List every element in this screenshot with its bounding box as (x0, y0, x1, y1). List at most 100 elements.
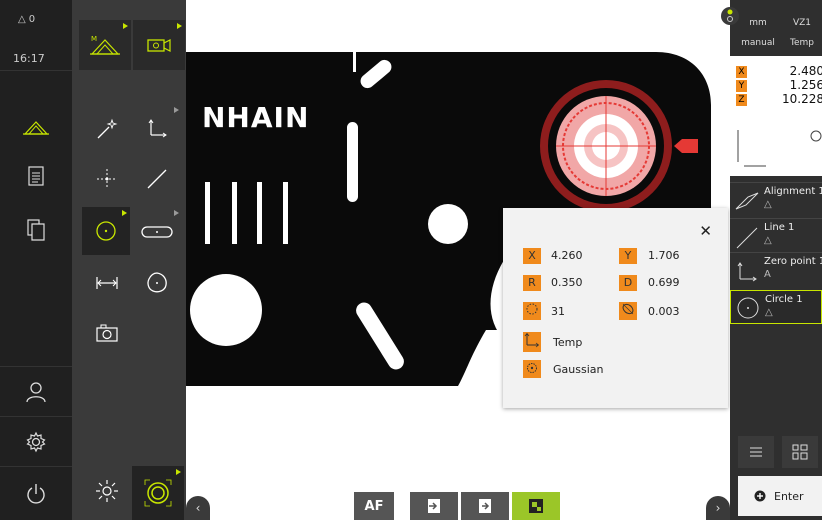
circle-tool[interactable] (82, 207, 130, 255)
document-icon (28, 166, 44, 186)
distance-icon (96, 277, 118, 289)
collapse-right-button[interactable]: › (706, 496, 730, 520)
manual-measure-tool[interactable]: M (79, 20, 131, 70)
sun-icon (96, 480, 118, 502)
collapse-left-button[interactable]: ‹ (186, 496, 210, 520)
feature-alignment-1[interactable]: Alignment 1 △ (730, 182, 822, 216)
camera-settings-tool[interactable] (133, 20, 185, 70)
coordinate-system-button[interactable]: VZ1 (782, 18, 822, 28)
axes-icon (148, 119, 167, 138)
measure-icon (23, 121, 49, 135)
divider (0, 466, 72, 467)
svg-text:M: M (91, 35, 97, 43)
feature-name: Circle 1 (765, 294, 803, 305)
measure-magic-wand-tool[interactable] (82, 104, 132, 154)
alignment-icon (735, 192, 759, 210)
protocol-button[interactable] (0, 152, 72, 200)
x-axis-value: 2.480 (789, 64, 822, 78)
autofocus-button[interactable]: AF (354, 492, 394, 520)
circle-finder-icon (144, 479, 172, 507)
x-label: X (523, 248, 541, 264)
preset-button[interactable]: Temp (782, 38, 822, 48)
message-count: 0 (28, 14, 36, 25)
divider (0, 366, 72, 367)
magic-wand-icon (97, 118, 118, 139)
feature-name: Zero point 1 (764, 256, 822, 267)
submenu-indicator (174, 107, 179, 113)
feature-symbol: △ (764, 235, 772, 246)
chevron-right-icon: › (715, 501, 721, 515)
light-settings-tool[interactable] (82, 466, 132, 516)
reference-system-icon (523, 332, 541, 352)
snapshot-tool[interactable] (82, 308, 132, 358)
x-value: 4.260 (551, 249, 583, 262)
divider (0, 416, 72, 417)
main-menu-bar: △ 0 16:17 (0, 0, 72, 520)
z-axis-label: Z (736, 94, 747, 106)
app-root: △ 0 16:17 M NHAIN ✕ X 4.260 Y 1.706 R 0.… (0, 0, 822, 520)
filter-value: Gaussian (553, 363, 604, 376)
blob-tool[interactable] (132, 258, 182, 308)
line-tool[interactable] (132, 154, 182, 204)
distance-tool[interactable] (82, 258, 132, 308)
slot-icon (141, 226, 173, 238)
y-axis-label: Y (736, 80, 747, 92)
feature-name: Line 1 (764, 222, 795, 233)
diameter-label: D (619, 275, 637, 291)
user-icon (26, 382, 46, 403)
slot-tool[interactable] (132, 207, 182, 257)
point-crosshair-icon (97, 169, 117, 189)
submenu-indicator (123, 23, 128, 29)
overlay-icon (529, 499, 543, 513)
files-icon (27, 219, 45, 241)
circle-icon (96, 221, 116, 241)
position-display: X 2.480 Y 1.256 Z 10.228 (730, 56, 822, 176)
coordinate-system-tool[interactable] (132, 104, 182, 154)
zero-point-icon (737, 262, 757, 282)
clock: 16:17 (13, 52, 45, 65)
settings-button[interactable] (0, 418, 72, 466)
message-indicator[interactable]: △ 0 (18, 14, 35, 25)
panel-toggle-icon[interactable] (720, 6, 740, 26)
enter-button[interactable]: Enter (738, 476, 822, 516)
zoom-fit-button[interactable] (461, 492, 509, 520)
power-icon (27, 484, 45, 504)
grid-icon (792, 444, 808, 460)
overlay-toggle-button[interactable] (512, 492, 560, 520)
feature-zero-point-1[interactable]: Zero point 1 A (730, 252, 822, 286)
zoom-in-button[interactable] (410, 492, 458, 520)
measure-tool-selection[interactable] (132, 466, 184, 520)
filter-icon (523, 360, 541, 378)
unit-button[interactable]: mm (738, 18, 778, 28)
feature-symbol: A (764, 269, 771, 280)
image-enter-icon (428, 499, 440, 513)
line-icon (147, 169, 167, 189)
user-login-button[interactable] (0, 368, 72, 416)
file-management-button[interactable] (0, 206, 72, 254)
circle-icon (737, 297, 759, 319)
submenu-indicator (176, 469, 181, 475)
grid-view-button[interactable] (782, 436, 818, 468)
feature-circle-1[interactable]: Circle 1 △ (730, 290, 822, 324)
diameter-value: 0.699 (648, 276, 680, 289)
power-button[interactable] (0, 470, 72, 518)
point-tool[interactable] (82, 154, 132, 204)
line-icon (736, 227, 758, 249)
measure-button[interactable] (0, 104, 72, 152)
manual-measure-icon: M (90, 35, 120, 55)
blob-icon (147, 272, 167, 293)
points-icon (523, 302, 541, 320)
feature-line-1[interactable]: Line 1 △ (730, 218, 822, 252)
roundness-icon (619, 302, 637, 320)
close-icon[interactable]: ✕ (699, 222, 712, 240)
inspector-header: mm VZ1 manual Temp (721, 0, 822, 56)
video-camera-icon (147, 39, 171, 52)
camera-icon (96, 324, 118, 342)
y-axis-value: 1.256 (789, 78, 822, 92)
list-view-button[interactable] (738, 436, 774, 468)
mode-button[interactable]: manual (738, 38, 778, 48)
menu-icon (750, 447, 762, 457)
submenu-indicator (122, 210, 127, 216)
chevron-left-icon: ‹ (195, 501, 201, 515)
z-axis-value: 10.228 (782, 92, 822, 106)
